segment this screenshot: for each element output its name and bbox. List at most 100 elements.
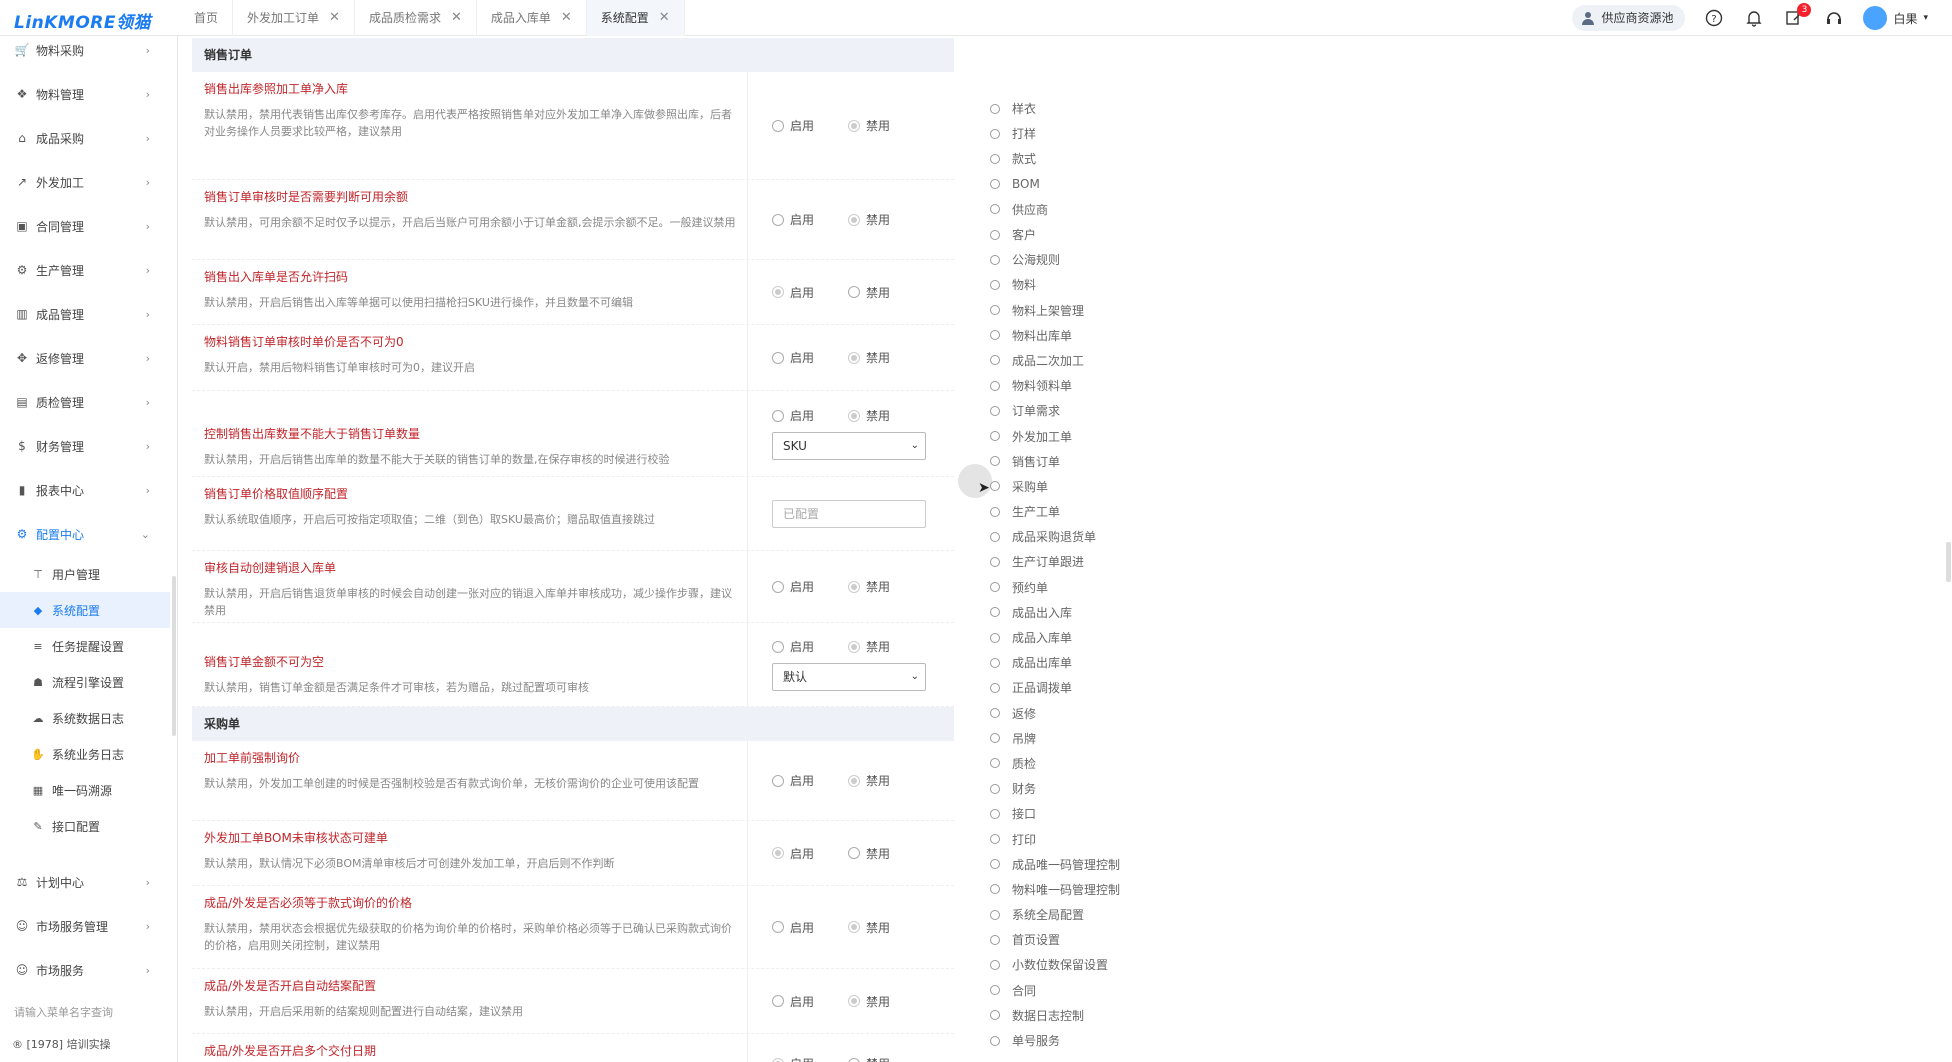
tab-4[interactable]: 系统配置 ✕ xyxy=(586,0,685,36)
disable-radio[interactable]: 禁用 xyxy=(848,349,890,366)
section-nav-item[interactable]: 公海规则 xyxy=(990,247,1190,272)
sidebar-item[interactable]: ✥ 返修管理 › xyxy=(0,336,170,380)
disable-radio[interactable]: 禁用 xyxy=(848,845,890,862)
enable-radio[interactable]: 启用 xyxy=(772,284,814,301)
sidebar-item[interactable]: ▥ 成品管理 › xyxy=(0,292,170,336)
section-nav-item[interactable]: 质检 xyxy=(990,751,1190,776)
message-edit-icon[interactable]: 3 xyxy=(1783,3,1812,29)
enable-radio[interactable]: 启用 xyxy=(772,349,814,366)
headset-icon[interactable] xyxy=(1823,7,1845,29)
section-nav-item[interactable]: 物料上架管理 xyxy=(990,298,1190,323)
supplier-pool-button[interactable]: 供应商资源池 xyxy=(1572,5,1686,31)
radio-circle[interactable] xyxy=(848,286,861,298)
section-nav-item[interactable]: 物料 xyxy=(990,272,1190,297)
enable-radio[interactable]: 启用 xyxy=(772,578,814,595)
enable-radio[interactable]: 启用 xyxy=(772,993,814,1010)
sidebar-item[interactable]: ▤ 质检管理 › xyxy=(0,380,170,424)
tab-3[interactable]: 成品入库单 ✕ xyxy=(477,0,587,36)
sidebar-subitem[interactable]: ◆ 系统配置 xyxy=(0,592,170,628)
close-icon[interactable]: ✕ xyxy=(659,0,670,36)
menu-search-input[interactable]: 请输入菜单名字查询 xyxy=(14,1004,113,1020)
sidebar-item[interactable]: ▣ 合同管理 › xyxy=(0,204,170,248)
radio-circle[interactable] xyxy=(848,921,861,933)
radio-circle[interactable] xyxy=(772,640,784,653)
radio-circle[interactable] xyxy=(848,995,861,1007)
disable-radio[interactable]: 禁用 xyxy=(848,772,890,789)
user-menu[interactable]: 白果 ▾ xyxy=(1863,6,1928,30)
enable-radio[interactable]: 启用 xyxy=(772,638,814,655)
sidebar-item[interactable]: ↗ 外发加工 › xyxy=(0,160,170,204)
radio-circle[interactable] xyxy=(772,580,784,593)
sidebar-item[interactable]: ⚙ 生产管理 › xyxy=(0,248,170,292)
section-nav-item[interactable]: 销售订单 xyxy=(990,449,1190,474)
section-nav-item[interactable]: 订单需求 xyxy=(990,398,1190,423)
section-nav-item[interactable]: 样衣 xyxy=(990,96,1190,121)
radio-circle[interactable] xyxy=(772,351,784,364)
section-nav-item[interactable]: 成品采购退货单 xyxy=(990,524,1190,549)
section-nav-item[interactable]: 成品入库单 xyxy=(990,625,1190,650)
close-icon[interactable]: ✕ xyxy=(451,0,462,36)
sidebar-item[interactable]: $ 财务管理 › xyxy=(0,424,170,468)
sidebar-item[interactable]: ⌂ 成品采购 › xyxy=(0,116,170,160)
sidebar-subitem[interactable]: ▦ 唯一码溯源 xyxy=(0,772,170,808)
radio-circle[interactable] xyxy=(772,409,784,422)
section-nav-item[interactable]: BOM xyxy=(990,172,1190,197)
enable-radio[interactable]: 启用 xyxy=(772,845,814,862)
enable-radio[interactable]: 启用 xyxy=(772,919,814,936)
sidebar-subitem[interactable]: ☁ 系统数据日志 xyxy=(0,700,170,736)
disable-radio[interactable]: 禁用 xyxy=(848,638,890,655)
enable-radio[interactable]: 启用 xyxy=(772,211,814,228)
section-nav-item[interactable]: 成品出入库 xyxy=(990,600,1190,625)
radio-circle[interactable] xyxy=(848,119,861,132)
section-nav-item[interactable]: 采购单 xyxy=(990,474,1190,499)
section-nav-item[interactable]: 系统全局配置 xyxy=(990,902,1190,927)
radio-circle[interactable] xyxy=(772,119,784,132)
disable-radio[interactable]: 禁用 xyxy=(848,407,890,424)
disable-radio[interactable]: 禁用 xyxy=(848,1055,890,1062)
sidebar-item[interactable]: ⚖ 计划中心 › xyxy=(0,860,170,904)
radio-circle[interactable] xyxy=(772,995,784,1007)
section-nav-item[interactable]: 外发加工单 xyxy=(990,423,1190,448)
disable-radio[interactable]: 禁用 xyxy=(848,117,890,134)
radio-circle[interactable] xyxy=(848,351,861,364)
radio-circle[interactable] xyxy=(772,286,784,298)
radio-circle[interactable] xyxy=(772,774,784,787)
radio-circle[interactable] xyxy=(848,640,861,653)
section-nav-item[interactable]: 首页设置 xyxy=(990,927,1190,952)
section-nav-item[interactable]: 打样 xyxy=(990,121,1190,146)
radio-circle[interactable] xyxy=(772,847,784,859)
section-nav-item[interactable]: 财务 xyxy=(990,776,1190,801)
help-icon[interactable]: ? xyxy=(1703,7,1725,29)
sidebar-item[interactable]: ❖ 物料管理 › xyxy=(0,72,170,116)
disable-radio[interactable]: 禁用 xyxy=(848,578,890,595)
sidebar-item[interactable]: ☺ 市场服务管理 › xyxy=(0,904,170,948)
section-nav-item[interactable]: 单号服务 xyxy=(990,1028,1190,1053)
radio-circle[interactable] xyxy=(772,213,784,226)
configured-input[interactable]: 已配置 xyxy=(772,499,926,528)
section-nav-item[interactable]: 数据日志控制 xyxy=(990,1003,1190,1028)
sidebar-subitem[interactable]: ✋ 系统业务日志 xyxy=(0,736,170,772)
disable-radio[interactable]: 禁用 xyxy=(848,919,890,936)
section-nav-item[interactable]: 返修 xyxy=(990,701,1190,726)
tab-2[interactable]: 成品质检需求 ✕ xyxy=(355,0,477,36)
section-nav-item[interactable]: 吊牌 xyxy=(990,726,1190,751)
enable-radio[interactable]: 启用 xyxy=(772,1055,814,1062)
section-nav-item[interactable]: 小数位数保留设置 xyxy=(990,952,1190,977)
section-nav-item[interactable]: 生产工单 xyxy=(990,499,1190,524)
section-nav-item[interactable]: 合同 xyxy=(990,978,1190,1003)
radio-circle[interactable] xyxy=(772,1057,784,1062)
tab-1[interactable]: 外发加工订单 ✕ xyxy=(233,0,355,36)
bell-icon[interactable] xyxy=(1743,7,1765,29)
sidebar-subitem[interactable]: ⊤ 用户管理 xyxy=(0,556,170,592)
radio-circle[interactable] xyxy=(848,580,861,593)
sidebar-item[interactable]: ☺ 市场服务 › xyxy=(0,948,170,992)
sidebar-subitem[interactable]: ☗ 流程引擎设置 xyxy=(0,664,170,700)
section-nav-item[interactable]: 款式 xyxy=(990,146,1190,171)
page-scrollbar[interactable] xyxy=(1946,542,1951,582)
section-nav-item[interactable]: 接口 xyxy=(990,801,1190,826)
section-nav-item[interactable]: 客户 xyxy=(990,222,1190,247)
radio-circle[interactable] xyxy=(848,847,861,859)
section-nav-item[interactable]: 正品调拨单 xyxy=(990,675,1190,700)
enable-radio[interactable]: 启用 xyxy=(772,407,814,424)
config-select[interactable]: 默认 ⌄ xyxy=(772,663,926,691)
